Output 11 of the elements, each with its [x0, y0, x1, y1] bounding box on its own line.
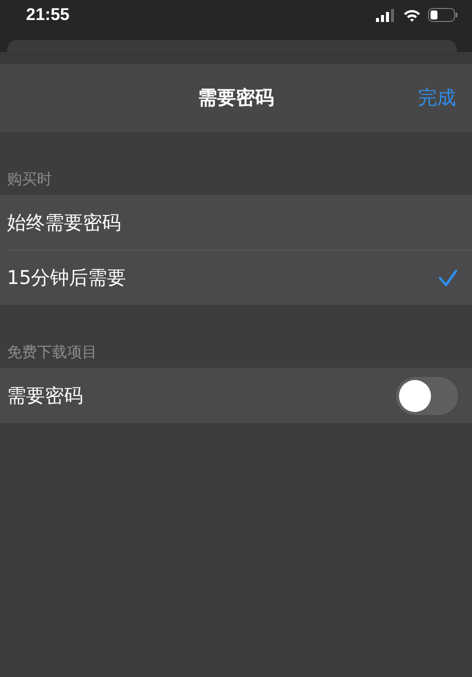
sheet-title: 需要密码 — [198, 86, 274, 111]
option-label[interactable]: 15分钟后需要 — [7, 265, 126, 291]
signal-icon — [376, 8, 396, 22]
option-label[interactable]: 始终需要密码 — [7, 210, 121, 236]
section-header: 免费下载项目 — [6, 343, 98, 363]
wifi-icon — [403, 8, 421, 22]
battery-icon — [428, 8, 458, 22]
setting-label: 需要密码 — [7, 384, 83, 408]
section-header: 购买时 — [6, 170, 53, 190]
toggle-switch[interactable] — [396, 376, 458, 414]
status-time: 21:55 — [26, 5, 70, 25]
